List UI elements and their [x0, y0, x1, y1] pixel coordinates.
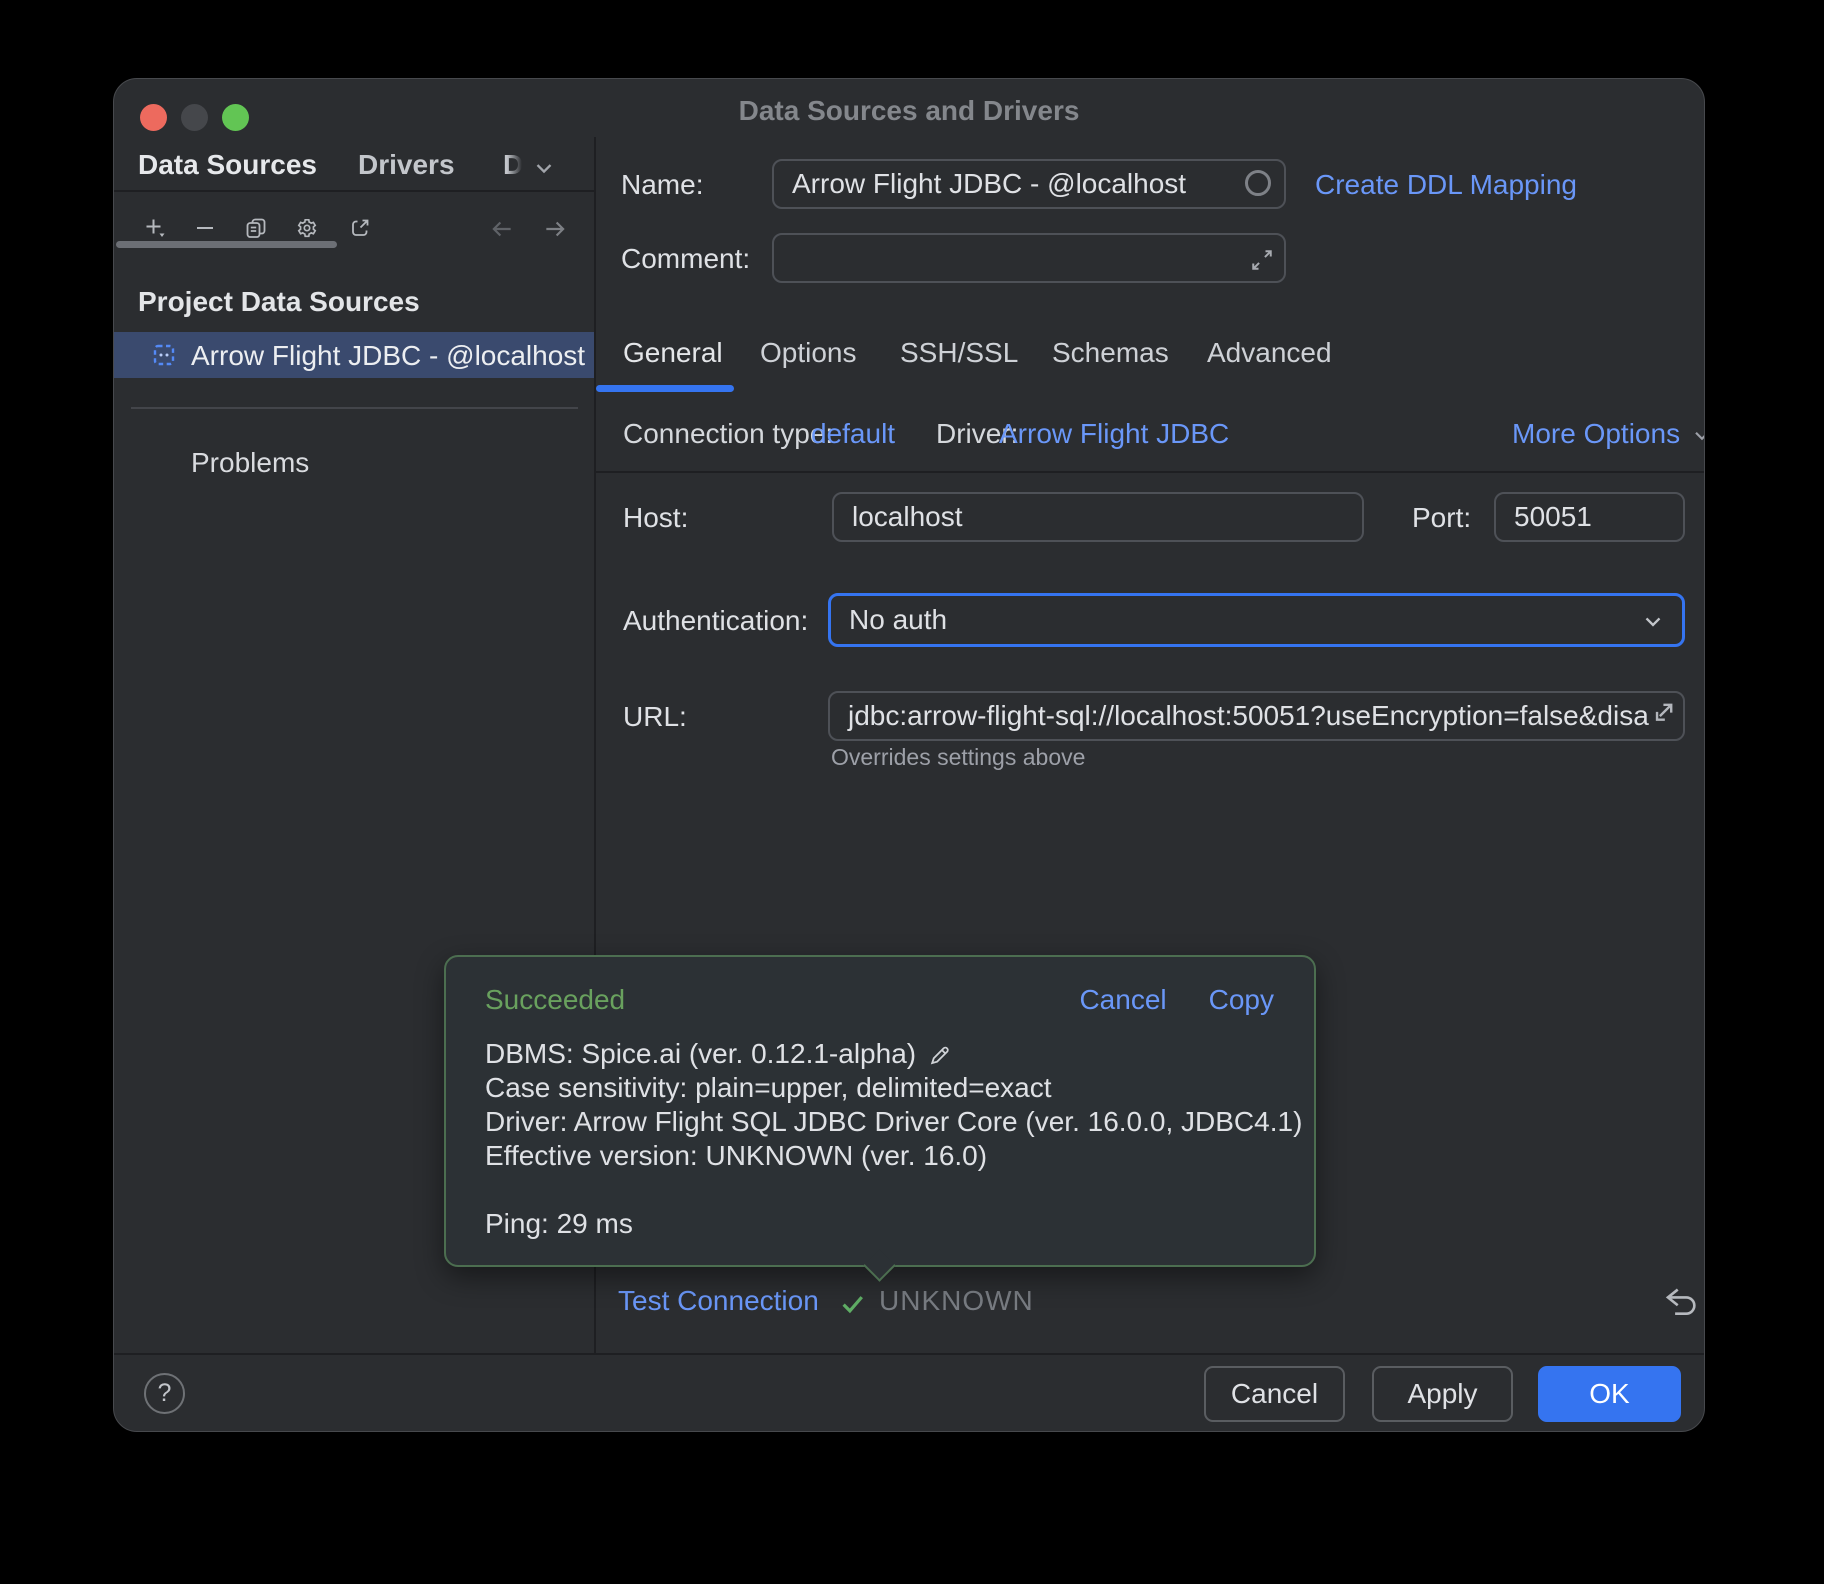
name-input[interactable]: Arrow Flight JDBC - @localhost	[772, 159, 1286, 209]
url-hint: Overrides settings above	[831, 744, 1085, 771]
loading-ring-icon	[1245, 170, 1271, 196]
driver-value-link[interactable]: Arrow Flight JDBC	[999, 418, 1229, 450]
tab-general[interactable]: General	[623, 337, 723, 369]
chevron-down-icon	[1640, 609, 1666, 635]
tab-drivers[interactable]: Drivers	[358, 149, 455, 181]
comment-label: Comment:	[621, 243, 750, 275]
tab-overflow-truncated[interactable]: D	[503, 149, 523, 181]
forward-arrow-icon[interactable]	[542, 216, 568, 242]
more-options-label: More Options	[1512, 418, 1680, 450]
popup-copy-link[interactable]: Copy	[1209, 984, 1274, 1016]
check-icon	[838, 1289, 868, 1319]
test-connection-result-popup: Succeeded Cancel Copy DBMS: Spice.ai (ve…	[444, 955, 1316, 1267]
popup-pointer	[863, 1249, 896, 1282]
tree-item-label: Arrow Flight JDBC - @localhost	[191, 340, 585, 372]
dbms-line: DBMS: Spice.ai (ver. 0.12.1-alpha)	[485, 1037, 916, 1071]
title-bar: Data Sources and Drivers	[114, 79, 1704, 137]
external-link-icon[interactable]	[348, 216, 372, 240]
project-data-sources-header: Project Data Sources	[138, 286, 420, 318]
host-value: localhost	[852, 501, 963, 533]
port-value: 50051	[1514, 501, 1592, 533]
port-input[interactable]: 50051	[1494, 492, 1685, 542]
dialog-title: Data Sources and Drivers	[114, 95, 1704, 127]
host-label: Host:	[623, 502, 688, 534]
comment-input[interactable]	[772, 233, 1286, 283]
case-sensitivity-line: Case sensitivity: plain=upper, delimited…	[485, 1071, 1302, 1105]
popup-cancel-link[interactable]: Cancel	[1079, 984, 1166, 1016]
remove-data-source-icon[interactable]	[193, 216, 217, 240]
apply-button[interactable]: Apply	[1372, 1366, 1513, 1422]
add-data-source-icon[interactable]	[143, 216, 167, 240]
footer-divider	[114, 1353, 1704, 1355]
popup-details: DBMS: Spice.ai (ver. 0.12.1-alpha) Case …	[485, 1037, 1302, 1241]
ok-button[interactable]: OK	[1538, 1366, 1681, 1422]
connection-type-value[interactable]: default	[811, 418, 895, 450]
authentication-value: No auth	[849, 604, 947, 636]
duplicate-icon[interactable]	[244, 216, 268, 240]
gear-icon[interactable]	[295, 216, 319, 240]
tree-item-arrow-flight[interactable]: Arrow Flight JDBC - @localhost	[114, 332, 594, 378]
connection-status-text: UNKNOWN	[879, 1285, 1034, 1317]
data-source-icon	[151, 342, 177, 368]
tab-options[interactable]: Options	[760, 337, 857, 369]
pencil-icon[interactable]	[926, 1042, 953, 1069]
help-question-mark: ?	[158, 1379, 172, 1408]
tab-schemas[interactable]: Schemas	[1052, 337, 1169, 369]
url-label: URL:	[623, 701, 687, 733]
url-value: jdbc:arrow-flight-sql://localhost:50051?…	[848, 700, 1649, 732]
authentication-select[interactable]: No auth	[828, 593, 1685, 647]
ping-line: Ping: 29 ms	[485, 1207, 1302, 1241]
sidebar-tab-strip: Data Sources Drivers D	[114, 137, 594, 192]
name-value: Arrow Flight JDBC - @localhost	[792, 168, 1186, 200]
tab-ssh-ssl[interactable]: SSH/SSL	[900, 337, 1018, 369]
driver-line: Driver: Arrow Flight SQL JDBC Driver Cor…	[485, 1105, 1302, 1139]
tab-advanced[interactable]: Advanced	[1207, 337, 1332, 369]
chevron-down-icon	[1690, 424, 1705, 448]
effective-version-line: Effective version: UNKNOWN (ver. 16.0)	[485, 1139, 1302, 1173]
authentication-label: Authentication:	[623, 605, 808, 637]
chevron-down-icon[interactable]	[531, 155, 557, 181]
problems-item[interactable]: Problems	[191, 447, 309, 479]
form-tab-strip: General Options SSH/SSL Schemas Advanced	[594, 331, 1705, 473]
create-ddl-mapping-link[interactable]: Create DDL Mapping	[1315, 169, 1577, 201]
more-options-link[interactable]: More Options	[1512, 418, 1705, 450]
status-succeeded: Succeeded	[485, 984, 625, 1016]
url-input[interactable]: jdbc:arrow-flight-sql://localhost:50051?…	[828, 691, 1685, 741]
active-form-tab-indicator	[596, 385, 734, 392]
expand-icon[interactable]	[1645, 697, 1679, 731]
data-sources-dialog: Data Sources and Drivers Data Sources Dr…	[113, 78, 1705, 1432]
port-label: Port:	[1412, 502, 1471, 534]
host-input[interactable]: localhost	[832, 492, 1364, 542]
sidebar-toolbar	[114, 192, 594, 260]
expand-icon[interactable]	[1248, 246, 1276, 274]
tab-data-sources[interactable]: Data Sources	[138, 149, 317, 181]
sidebar-divider	[131, 407, 578, 409]
help-button[interactable]: ?	[144, 1373, 185, 1414]
undo-icon[interactable]	[1661, 1285, 1701, 1319]
cancel-button[interactable]: Cancel	[1204, 1366, 1345, 1422]
name-label: Name:	[621, 169, 703, 201]
connection-type-label: Connection type:	[623, 418, 833, 450]
back-arrow-icon[interactable]	[489, 216, 515, 242]
test-connection-link[interactable]: Test Connection	[618, 1285, 819, 1317]
